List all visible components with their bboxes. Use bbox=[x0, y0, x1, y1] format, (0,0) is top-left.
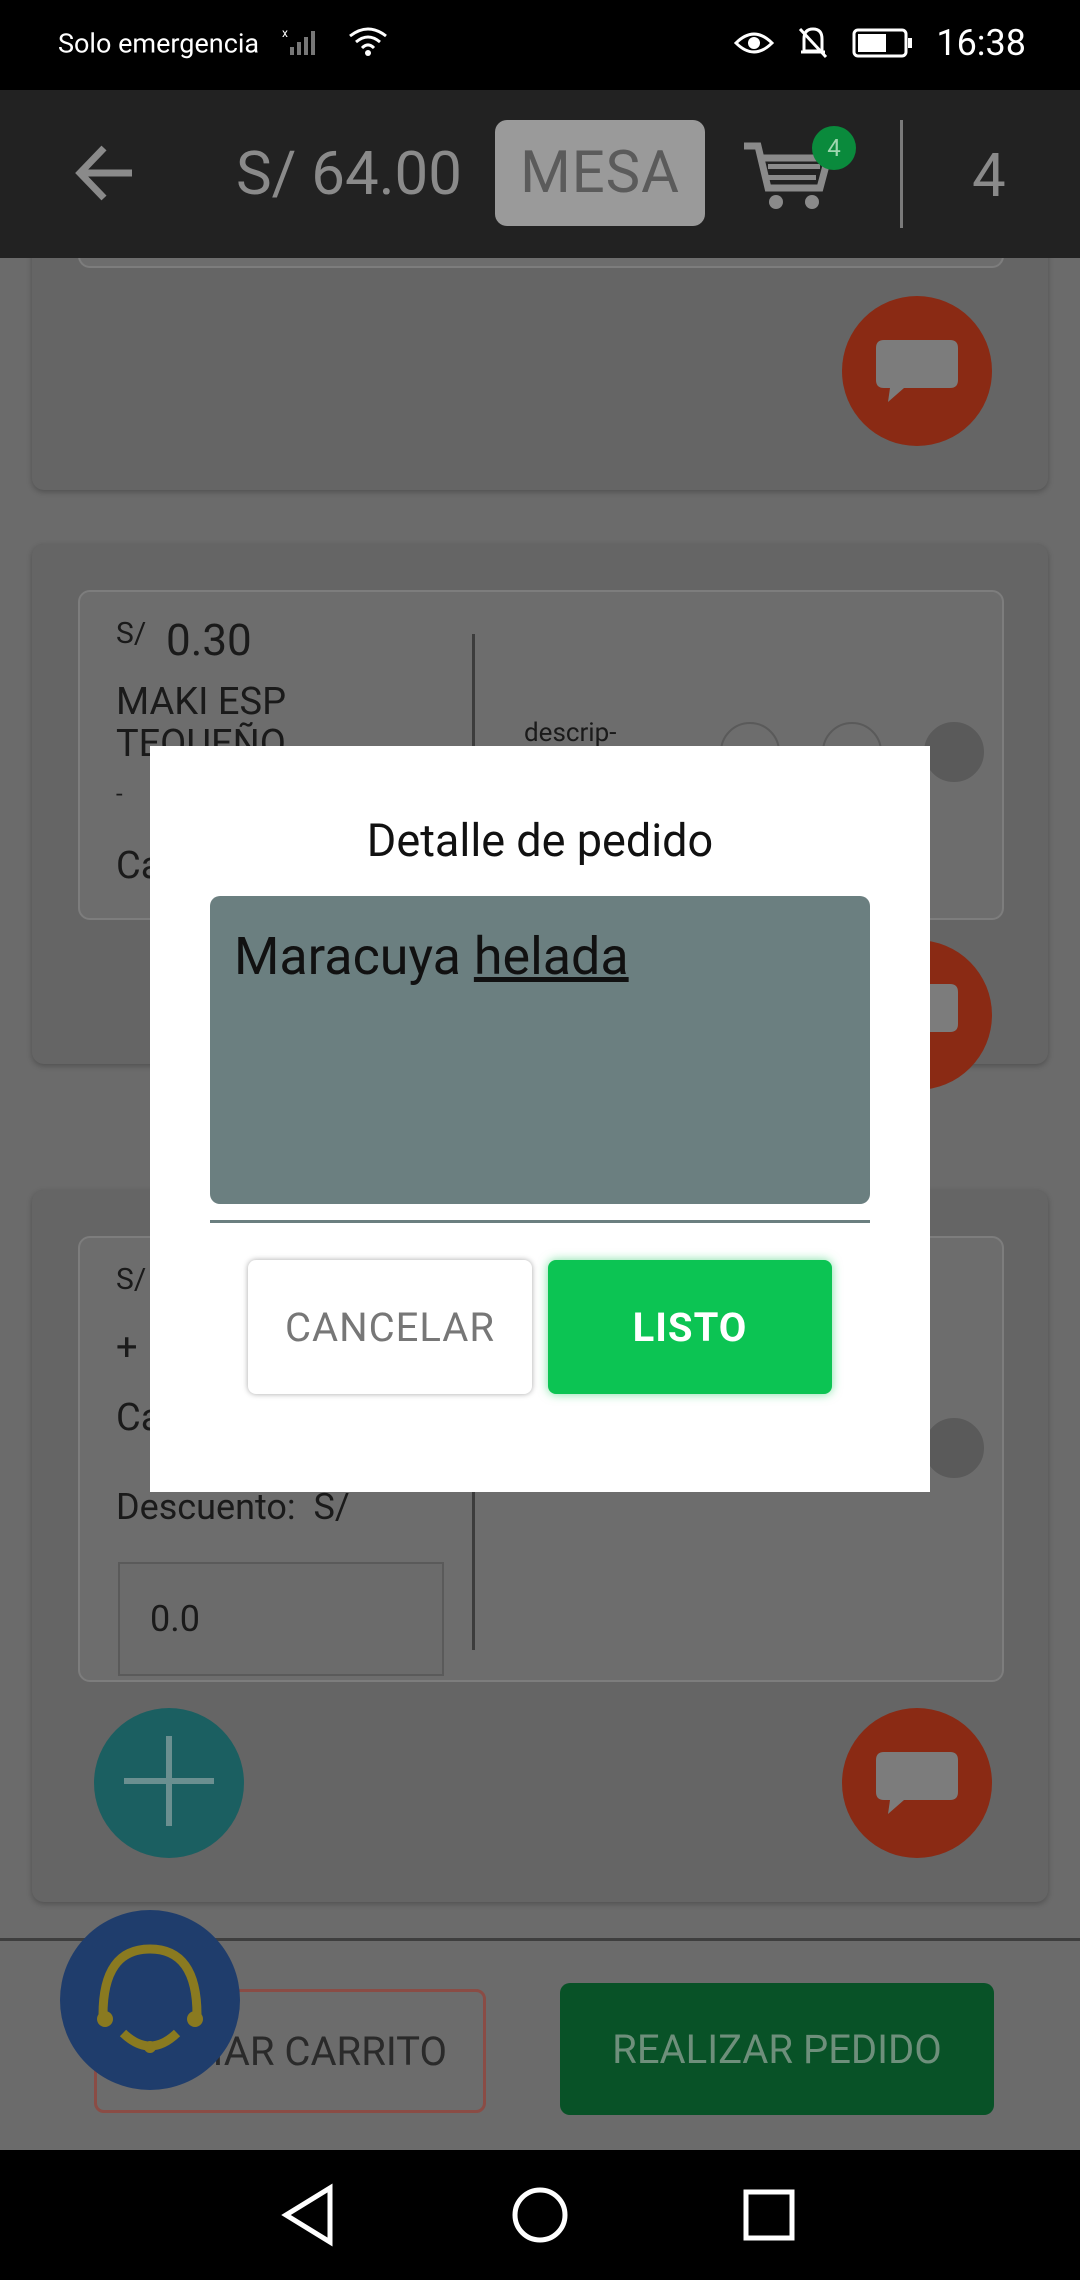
support-button[interactable] bbox=[60, 1910, 240, 2090]
clock: 16:38 bbox=[936, 22, 1026, 64]
note-text-word1: Maracuya bbox=[234, 926, 461, 987]
dialog-title: Detalle de pedido bbox=[366, 814, 714, 867]
battery-icon bbox=[852, 28, 914, 58]
signal-icon: x bbox=[282, 26, 326, 64]
bell-off-icon bbox=[796, 25, 830, 61]
add-item-button[interactable] bbox=[94, 1708, 244, 1858]
top-app-bar: S/ 64.00 MESA 4 4 bbox=[0, 90, 1080, 258]
status-bar: Solo emergencia x 16:38 bbox=[0, 0, 1080, 90]
back-arrow-icon[interactable] bbox=[70, 138, 140, 208]
nav-home-icon[interactable] bbox=[505, 2180, 575, 2250]
discount-input[interactable]: 0.0 bbox=[118, 1562, 444, 1676]
nav-recents-icon[interactable] bbox=[734, 2180, 804, 2250]
option-radio[interactable] bbox=[924, 722, 984, 782]
discount-label: Descuento: S/ bbox=[116, 1486, 350, 1528]
order-detail-dialog: Detalle de pedido Maracuya helada CANCEL… bbox=[150, 746, 930, 1492]
chat-icon[interactable] bbox=[842, 1708, 992, 1858]
description-label: descrip- bbox=[524, 718, 617, 748]
chat-icon[interactable] bbox=[842, 296, 992, 446]
status-left: Solo emergencia x bbox=[58, 26, 388, 65]
header-divider bbox=[900, 120, 903, 228]
textarea-underline bbox=[210, 1220, 870, 1223]
eye-icon bbox=[734, 29, 775, 57]
item-name-line1: MAKI ESP bbox=[116, 680, 287, 724]
note-text-word2: helada bbox=[473, 926, 629, 987]
item-card bbox=[78, 258, 1004, 268]
plus-sign: + bbox=[116, 1326, 138, 1370]
order-note-textarea[interactable]: Maracuya helada bbox=[210, 896, 870, 1204]
place-order-button[interactable]: REALIZAR PEDIDO bbox=[560, 1983, 994, 2115]
item-dash: - bbox=[116, 780, 123, 808]
item-price: 0.30 bbox=[166, 614, 252, 666]
cancel-button[interactable]: CANCELAR bbox=[248, 1260, 532, 1394]
cart-badge: 4 bbox=[812, 126, 856, 170]
carrier-text: Solo emergencia bbox=[58, 27, 260, 60]
price-prefix: S/ bbox=[116, 1262, 147, 1297]
status-right: 16:38 bbox=[734, 22, 1026, 64]
price-prefix: S/ bbox=[116, 616, 147, 651]
discount-value: 0.0 bbox=[150, 1598, 200, 1640]
headset-icon bbox=[75, 1923, 225, 2077]
wifi-icon bbox=[348, 26, 388, 65]
svg-text:x: x bbox=[282, 27, 288, 40]
item-count: 4 bbox=[972, 140, 1006, 211]
option-radio[interactable] bbox=[924, 1418, 984, 1478]
order-total: S/ 64.00 bbox=[236, 138, 462, 209]
mesa-button[interactable]: MESA bbox=[495, 120, 705, 226]
system-nav-bar bbox=[0, 2150, 1080, 2280]
done-button[interactable]: LISTO bbox=[548, 1260, 832, 1394]
nav-back-icon[interactable] bbox=[274, 2180, 344, 2250]
plus-icon bbox=[124, 1736, 214, 1830]
